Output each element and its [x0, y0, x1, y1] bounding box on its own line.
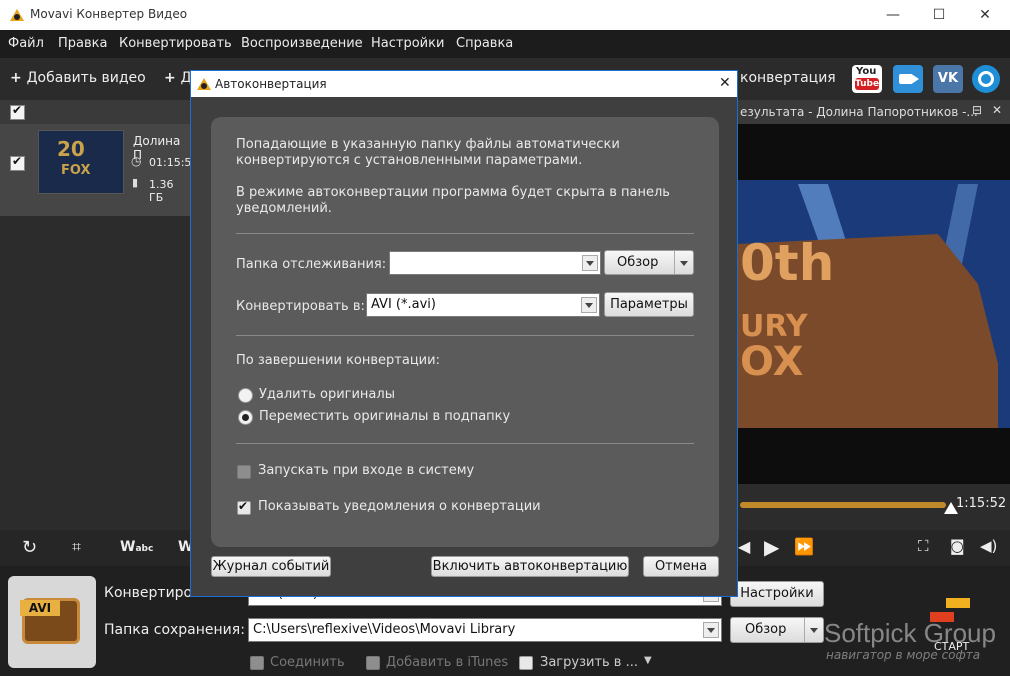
enable-autoconvert-button[interactable]: Включить автоконвертацию: [431, 556, 629, 577]
autoconvert-dialog: Автоконвертация ✕ Попадающие в указанную…: [190, 70, 738, 597]
seek-bar[interactable]: [740, 502, 946, 508]
divider: [236, 233, 694, 234]
vk-icon[interactable]: VK: [933, 65, 963, 93]
delete-originals-label: Удалить оригиналы: [259, 387, 395, 402]
minimize-button[interactable]: —: [870, 0, 916, 30]
preview-fullscreen-icon[interactable]: ⊟: [972, 103, 982, 117]
divider: [236, 335, 694, 336]
browse-button[interactable]: Обзор: [730, 617, 824, 643]
startup-label: Запускать при входе в систему: [258, 463, 475, 478]
volume-icon[interactable]: ◀): [980, 537, 997, 555]
file-duration: 01:15:5: [149, 156, 192, 169]
preview-logo-sub2: OX: [740, 339, 804, 385]
itunes-label: Добавить в iTunes: [386, 655, 509, 670]
dialog-close-button[interactable]: ✕: [719, 75, 731, 91]
watermark-tagline: навигатор в море софта: [826, 648, 981, 662]
video-camera-icon[interactable]: [893, 65, 923, 93]
youtube-icon[interactable]: You Tube: [852, 65, 882, 93]
menu-help[interactable]: Справка: [456, 36, 513, 51]
add-video-button[interactable]: + Добавить видео: [10, 70, 146, 86]
intro-line-3: В режиме автоконвертации программа будет…: [236, 185, 670, 200]
menu-convert[interactable]: Конвертировать: [119, 36, 232, 51]
event-log-button[interactable]: Журнал событий: [211, 556, 331, 577]
duration-label: 1:15:52: [956, 496, 1007, 511]
divider: [236, 443, 694, 444]
add-dvd-button[interactable]: + Д: [164, 70, 192, 86]
settings-button[interactable]: Настройки: [730, 581, 824, 607]
notify-label: Показывать уведомления о конвертации: [258, 499, 541, 514]
dialog-content: Попадающие в указанную папку файлы автом…: [211, 117, 719, 547]
menu-file[interactable]: Файл: [8, 36, 44, 51]
snapshot-icon[interactable]: ◙: [950, 537, 965, 555]
fast-forward-icon[interactable]: ⏩: [794, 537, 814, 556]
plus-icon: +: [10, 70, 27, 86]
dialog-convert-label: Конвертировать в:: [236, 299, 365, 314]
format-badge: AVI: [20, 600, 60, 616]
crop-icon[interactable]: ⌗: [72, 537, 81, 557]
film-reel-icon[interactable]: [972, 65, 1000, 93]
close-button[interactable]: ✕: [962, 0, 1008, 30]
select-all-checkbox[interactable]: [10, 103, 25, 120]
dialog-title: Автоконвертация: [215, 77, 327, 91]
preview-close-icon[interactable]: ✕: [992, 103, 1002, 117]
dialog-convert-select[interactable]: AVI (*.avi): [366, 293, 600, 317]
watch-folder-label: Папка отслеживания:: [236, 257, 387, 272]
rotate-icon[interactable]: ↻: [22, 537, 37, 558]
itunes-checkbox[interactable]: [366, 656, 380, 670]
after-conversion-label: По завершении конвертации:: [236, 353, 440, 368]
file-list-header: [0, 100, 190, 124]
chevron-down-icon[interactable]: ▼: [644, 655, 652, 666]
menu-playback[interactable]: Воспроизведение: [241, 36, 363, 51]
menu-edit[interactable]: Правка: [58, 36, 107, 51]
merge-label: Соединить: [270, 655, 345, 670]
notify-checkbox[interactable]: [237, 499, 251, 515]
file-list-item[interactable]: 20 FOX Долина П ◷ 01:15:5 ▮ 1.36 ГБ: [0, 124, 192, 216]
clock-icon: ◷: [131, 154, 142, 168]
move-originals-label: Переместить оригиналы в подпапку: [259, 409, 511, 424]
watermark-icon[interactable]: Wabc: [120, 539, 153, 555]
preview-header: езультата - Долина Папоротников -... ⊟ ✕: [738, 100, 1010, 124]
play-icon[interactable]: ▶: [764, 535, 779, 559]
save-folder-label: Папка сохранения:: [104, 622, 245, 638]
file-size-icon: ▮: [132, 176, 139, 189]
movavi-logo-icon: [197, 78, 211, 90]
plus-icon: +: [164, 70, 181, 86]
intro-line-2: конвертируются с установленными параметр…: [236, 153, 583, 168]
seek-area: 1:15:52: [738, 484, 1010, 530]
prev-frame-icon[interactable]: ◀: [738, 537, 750, 556]
intro-line-4: уведомлений.: [236, 201, 332, 216]
dialog-browse-button[interactable]: Обзор: [604, 250, 694, 275]
window-title: Movavi Конвертер Видео: [30, 7, 188, 21]
merge-checkbox[interactable]: [250, 656, 264, 670]
menu-bar: Файл Правка Конвертировать Воспроизведен…: [0, 30, 1010, 58]
preview-title: езультата - Долина Папоротников -...: [740, 105, 978, 119]
startup-checkbox[interactable]: [237, 465, 251, 479]
video-preview: 0th URY OX: [738, 124, 1010, 484]
dialog-title-bar: Автоконвертация ✕: [191, 71, 737, 97]
fullscreen-icon[interactable]: ⛶: [918, 537, 929, 555]
preview-logo-text: 0th: [740, 234, 835, 292]
file-size: 1.36 ГБ: [149, 178, 174, 204]
params-button[interactable]: Параметры: [604, 292, 694, 317]
intro-line-1: Попадающие в указанную папку файлы автом…: [236, 137, 620, 152]
move-originals-radio[interactable]: [238, 410, 253, 425]
delete-originals-radio[interactable]: [238, 388, 253, 403]
autoconvert-button[interactable]: конвертация: [740, 70, 836, 86]
menu-settings[interactable]: Настройки: [371, 36, 444, 51]
save-folder-input[interactable]: C:\Users\reflexive\Videos\Movavi Library: [248, 618, 722, 642]
maximize-button[interactable]: ☐: [916, 0, 962, 30]
watch-folder-input[interactable]: [389, 251, 601, 275]
upload-checkbox[interactable]: [519, 656, 533, 670]
video-thumbnail: 20 FOX: [38, 130, 124, 194]
file-checkbox[interactable]: [10, 154, 25, 171]
upload-label: Загрузить в ...: [540, 655, 638, 670]
watermark-brand: Softpick Group: [824, 618, 996, 648]
cancel-button[interactable]: Отмена: [643, 556, 719, 577]
preview-frame: [738, 124, 1010, 484]
title-bar: Movavi Конвертер Видео — ☐ ✕: [0, 0, 1010, 30]
file-list-empty-area: [0, 216, 190, 530]
format-button[interactable]: AVI: [8, 576, 96, 668]
movavi-logo-icon: [10, 9, 24, 21]
